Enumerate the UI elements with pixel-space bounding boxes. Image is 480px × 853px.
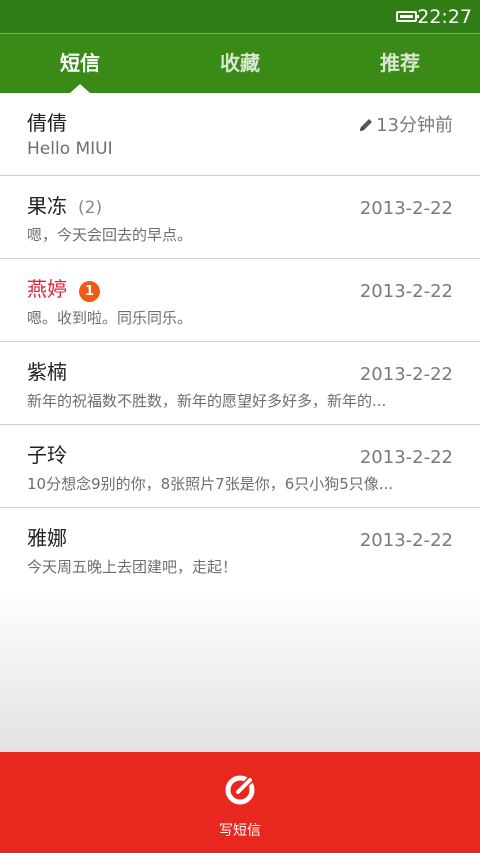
- conversation-row[interactable]: 燕婷 1 2013-2-22 嗯。收到啦。同乐同乐。: [0, 259, 480, 342]
- message-preview: 新年的祝福数不胜数，新年的愿望好多好多，新年的...: [27, 392, 387, 410]
- contact-name: 倩倩: [27, 111, 67, 135]
- compose-icon[interactable]: [223, 773, 257, 807]
- message-preview: 嗯。收到啦。同乐同乐。: [27, 309, 193, 327]
- message-preview: 今天周五晚上去团建吧，走起！: [27, 558, 238, 576]
- message-time: 2013-2-22: [359, 530, 453, 551]
- status-time: 22:27: [417, 6, 472, 28]
- tab-bar: 短信 收藏 推荐: [0, 33, 480, 93]
- message-time: 2013-2-22: [359, 447, 453, 468]
- tab-favorites[interactable]: 收藏: [160, 34, 320, 93]
- message-preview: Hello MIUI: [27, 139, 113, 159]
- battery-icon: [396, 11, 419, 22]
- message-time: 2013-2-22: [359, 281, 453, 302]
- status-bar: 22:27: [0, 0, 480, 33]
- contact-name: 紫楠: [27, 360, 67, 384]
- tab-recommended[interactable]: 推荐: [320, 34, 480, 93]
- conversation-row[interactable]: 果冻 (2) 2013-2-22 嗯，今天会回去的早点。: [0, 176, 480, 259]
- contact-name: 燕婷: [27, 277, 67, 301]
- conversation-list: 倩倩 13分钟前 Hello MIUI 果冻 (2) 2013-2-22 嗯，今…: [0, 93, 480, 591]
- conversation-row[interactable]: 子玲 2013-2-22 10分想念9别的你，8张照片7张是你，6只小狗5只像.…: [0, 425, 480, 508]
- pencil-icon: [360, 119, 372, 131]
- message-count: (2): [78, 198, 103, 218]
- conversation-row[interactable]: 倩倩 13分钟前 Hello MIUI: [0, 93, 480, 176]
- conversation-row[interactable]: 紫楠 2013-2-22 新年的祝福数不胜数，新年的愿望好多好多，新年的...: [0, 342, 480, 425]
- message-preview: 嗯，今天会回去的早点。: [27, 226, 193, 244]
- contact-name: 果冻: [27, 194, 67, 218]
- empty-area: [0, 589, 480, 752]
- message-time: 2013-2-22: [359, 364, 453, 385]
- message-time: 2013-2-22: [359, 198, 453, 219]
- compose-label[interactable]: 写短信: [0, 821, 480, 841]
- active-tab-indicator: [70, 84, 90, 93]
- message-time: 13分钟前: [376, 115, 453, 136]
- contact-name: 子玲: [27, 443, 67, 467]
- contact-name: 雅娜: [27, 526, 67, 550]
- conversation-row[interactable]: 雅娜 2013-2-22 今天周五晚上去团建吧，走起！: [0, 508, 480, 591]
- message-preview: 10分想念9别的你，8张照片7张是你，6只小狗5只像...: [27, 475, 394, 493]
- unread-badge: 1: [79, 281, 100, 302]
